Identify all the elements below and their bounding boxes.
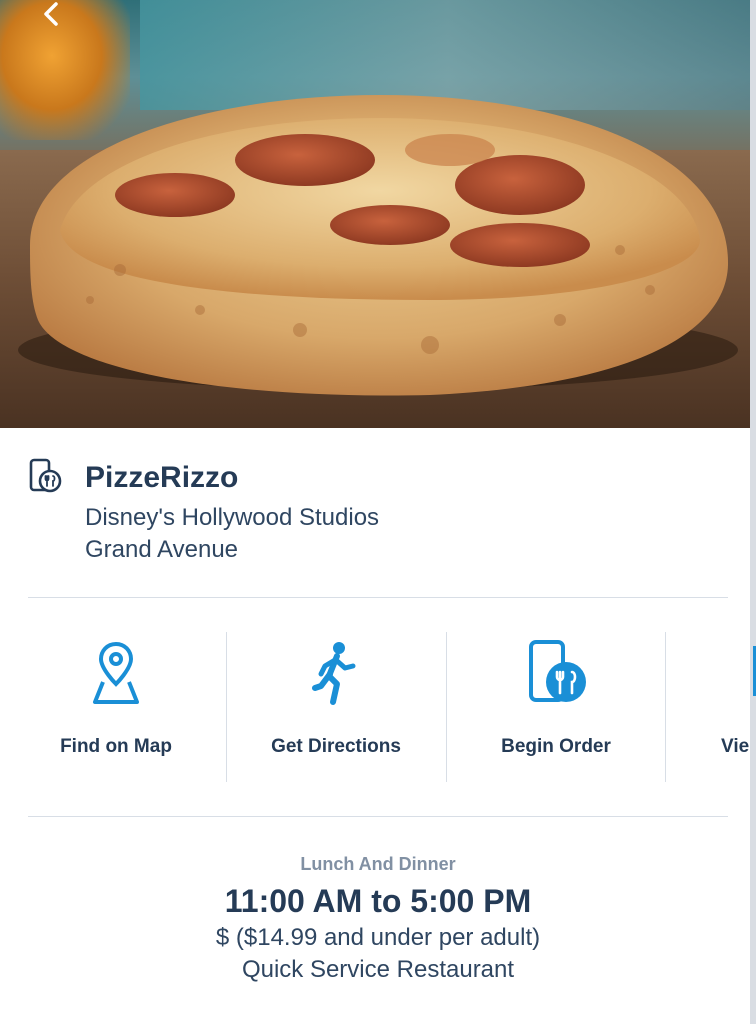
hours-section: Lunch And Dinner 11:00 AM to 5:00 PM $ (… [0, 850, 756, 986]
back-chevron-icon[interactable] [40, 2, 64, 26]
begin-order-label: Begin Order [501, 736, 611, 757]
restaurant-header: PizzeRizzo Disney's Hollywood Studios Gr… [28, 458, 728, 578]
mobile-order-icon [529, 640, 586, 702]
service-type: Quick Service Restaurant [241, 956, 515, 983]
meal-period: Lunch And Dinner [300, 854, 456, 874]
view-button[interactable]: Vie [665, 632, 756, 782]
hero-image [0, 0, 756, 428]
begin-order-button[interactable]: Begin Order [446, 632, 666, 782]
price-range: $ ($14.99 and under per adult) [215, 924, 541, 951]
view-label: Vie [721, 736, 750, 757]
divider [28, 816, 728, 817]
park-name: Disney's Hollywood Studios [85, 504, 380, 531]
pizza-photo [18, 95, 738, 396]
find-on-map-button[interactable]: Find on Map [6, 632, 226, 782]
map-pin-icon [93, 641, 139, 704]
get-directions-button[interactable]: Get Directions [226, 632, 446, 782]
get-directions-label: Get Directions [271, 736, 401, 757]
divider [28, 597, 728, 598]
operating-hours: 11:00 AM to 5:00 PM [224, 883, 532, 919]
walking-person-icon [312, 642, 356, 705]
mobile-order-icon [29, 458, 62, 493]
find-on-map-label: Find on Map [60, 736, 172, 757]
action-bar: Find on Map Get Directions Begin Order V… [0, 632, 756, 782]
restaurant-name: PizzeRizzo [85, 461, 239, 494]
area-name: Grand Avenue [85, 536, 239, 563]
